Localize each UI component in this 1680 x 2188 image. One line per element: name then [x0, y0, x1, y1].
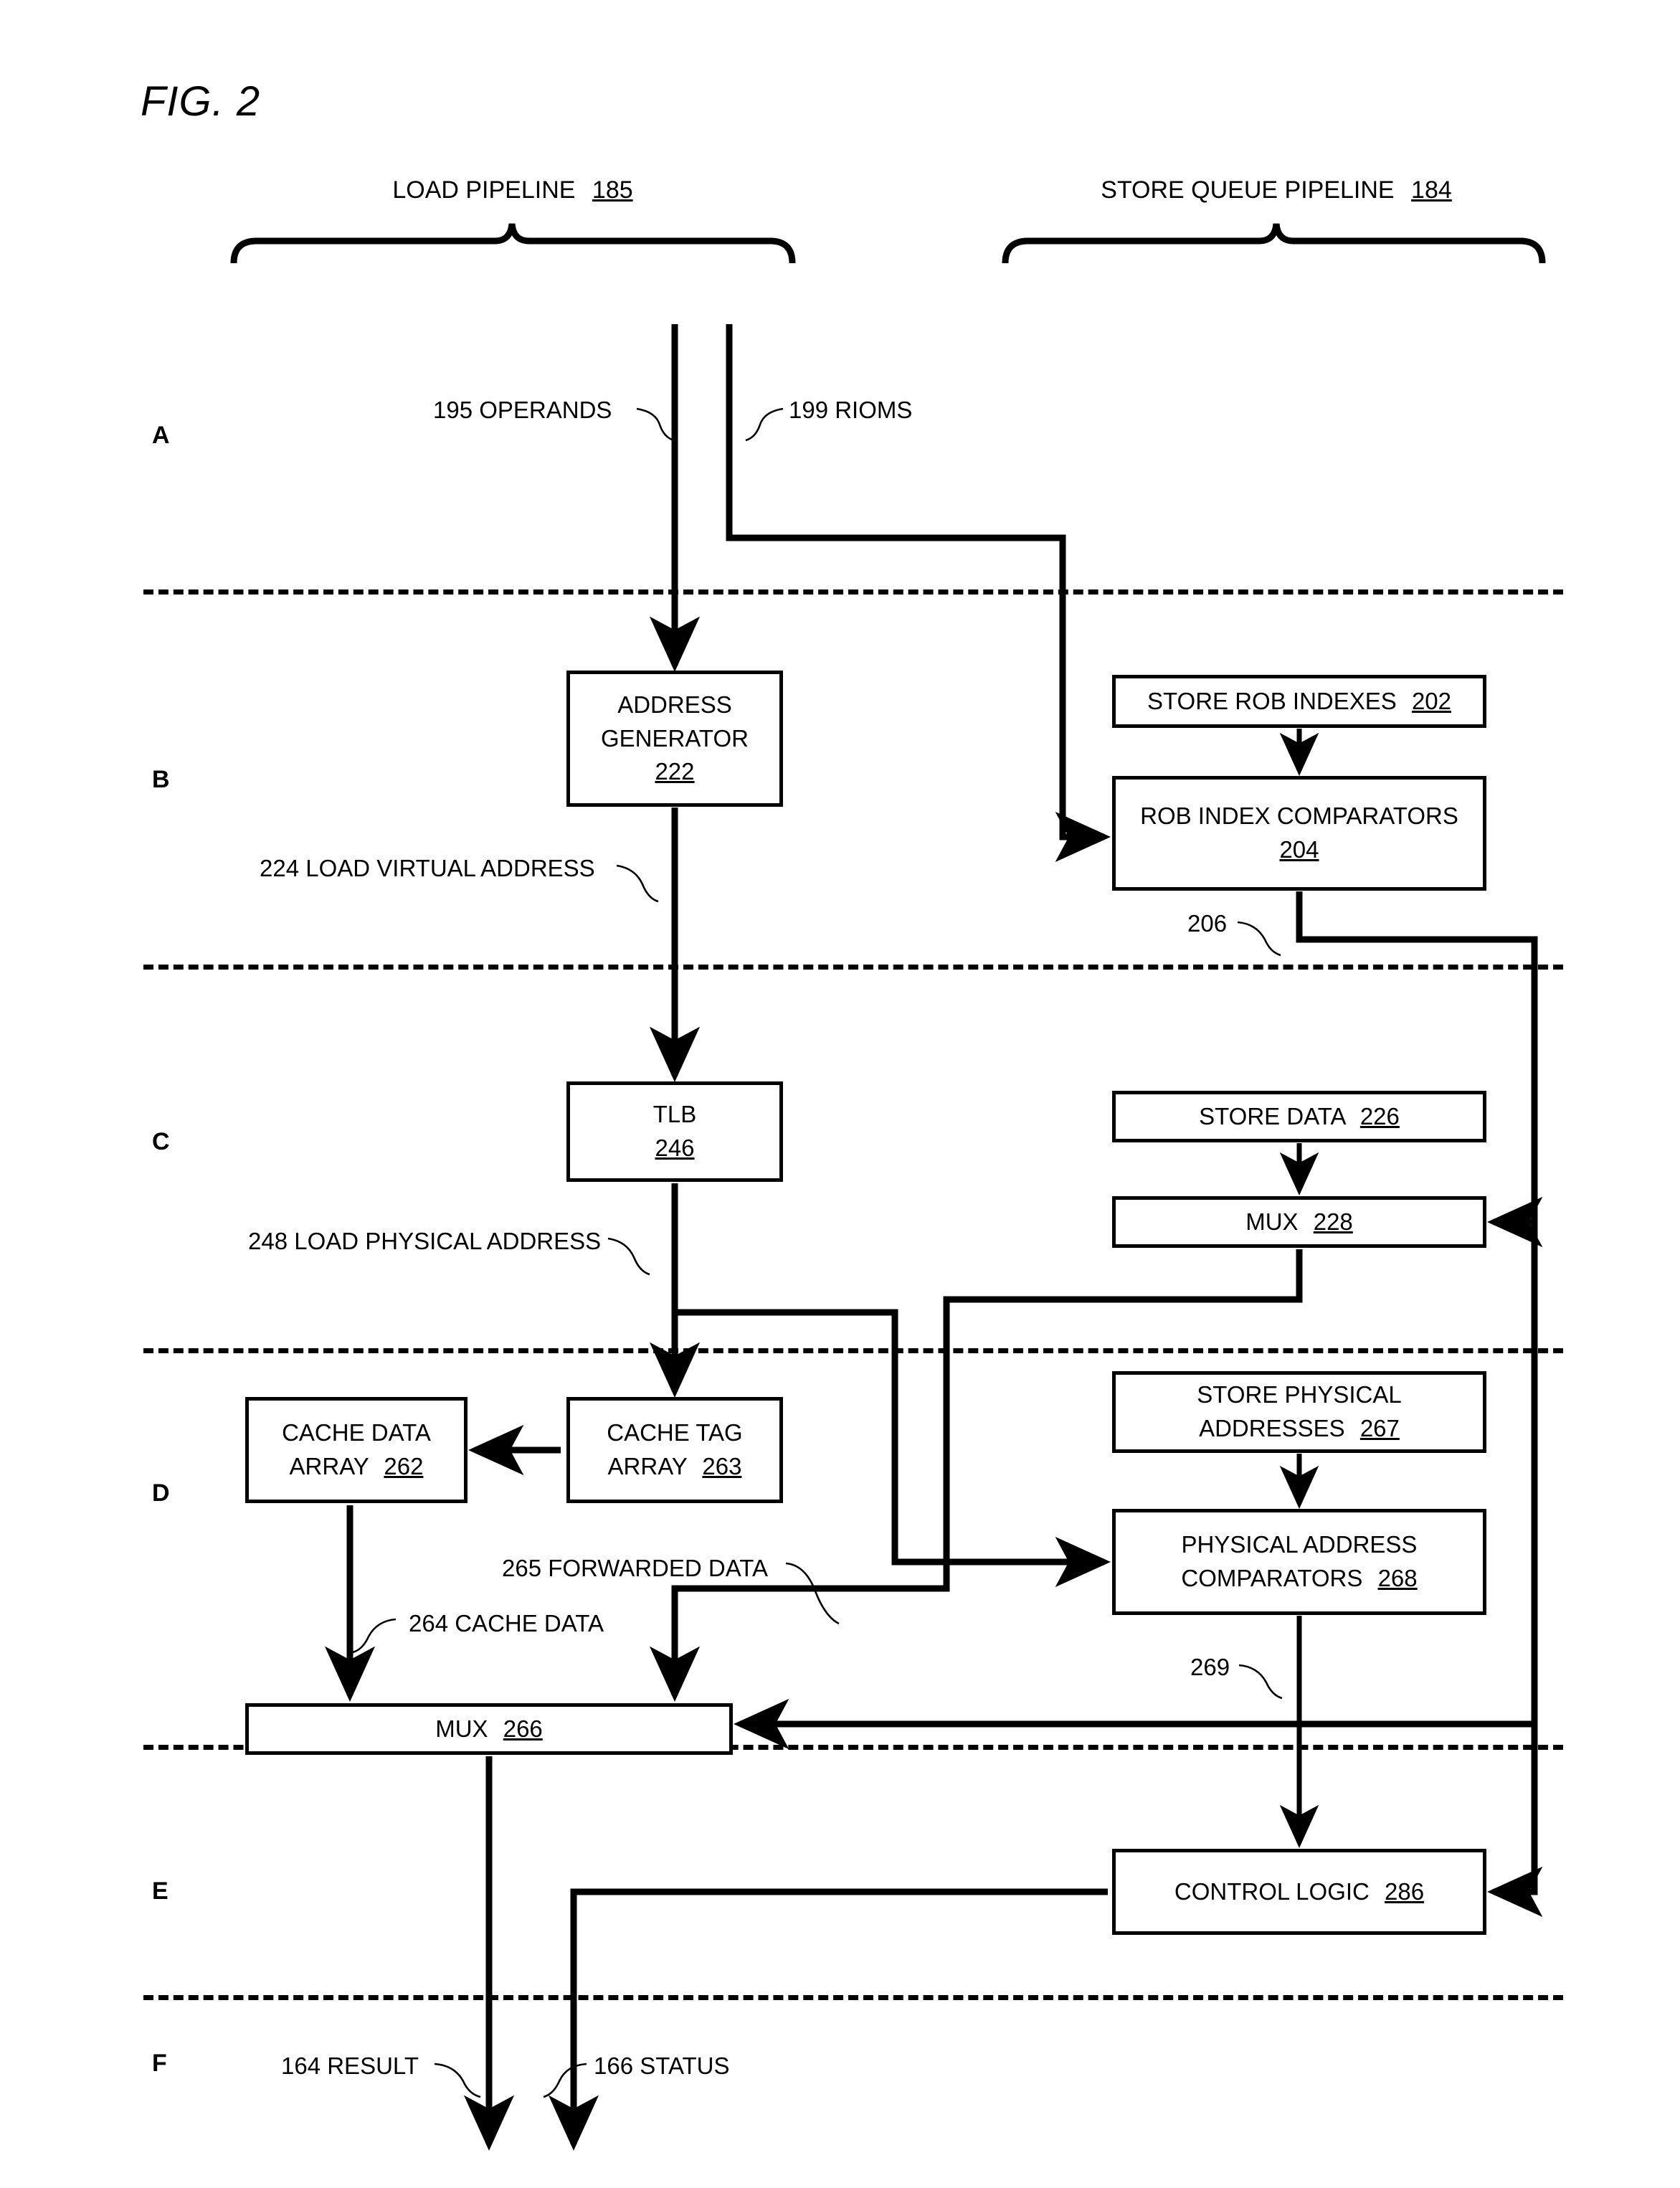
box-store-data-line1: STORE DATA — [1199, 1102, 1345, 1129]
box-tlb[interactable]: TLB 246 — [566, 1081, 783, 1182]
load-pipeline-header-text: LOAD PIPELINE — [392, 176, 576, 204]
stage-label-f: F — [152, 2050, 167, 2077]
leader-206 — [1237, 921, 1281, 957]
box-address-generator[interactable]: ADDRESS GENERATOR 222 — [566, 671, 783, 807]
store-queue-pipeline-header-text: STORE QUEUE PIPELINE — [1101, 176, 1395, 204]
box-control-logic-ref: 286 — [1385, 1877, 1425, 1905]
signal-label-operands: 195 OPERANDS — [433, 397, 612, 423]
stage-divider-cd — [143, 1348, 1563, 1353]
box-cache-tag-array-line1: CACHE TAG — [607, 1419, 743, 1446]
signal-label-load-virtual-address: 224 LOAD VIRTUAL ADDRESS — [260, 855, 595, 881]
stage-divider-bc — [143, 965, 1563, 970]
signal-label-result: 164 RESULT — [281, 2052, 419, 2079]
leader-result — [434, 2063, 481, 2098]
box-control-logic-line1: CONTROL LOGIC — [1174, 1877, 1370, 1905]
leader-load-physical-address — [607, 1237, 650, 1276]
box-mux-228-ref: 228 — [1313, 1208, 1353, 1235]
signal-label-206: 206 — [1187, 910, 1228, 937]
store-queue-pipeline-header: STORE QUEUE PIPELINE 184 — [1061, 176, 1491, 204]
box-cache-data-array[interactable]: CACHE DATA ARRAY 262 — [245, 1397, 468, 1503]
box-rob-index-comparators-ref: 204 — [1279, 836, 1319, 863]
box-mux-266-line1: MUX — [435, 1715, 488, 1742]
box-store-rob-indexes[interactable]: STORE ROB INDEXES 202 — [1112, 675, 1486, 728]
signal-label-status: 166 STATUS — [594, 2052, 730, 2079]
box-mux-266[interactable]: MUX 266 — [245, 1703, 733, 1755]
box-store-data[interactable]: STORE DATA 226 — [1112, 1091, 1486, 1142]
box-rob-index-comparators-line1: ROB INDEX COMPARATORS — [1140, 802, 1458, 830]
box-store-physical-addresses[interactable]: STORE PHYSICAL ADDRESSES 267 — [1112, 1371, 1486, 1453]
figure-canvas: FIG. 2 LOAD PIPELINE 185 STORE QUEUE PIP… — [0, 0, 1680, 2188]
box-store-physical-addresses-line1: STORE PHYSICAL — [1197, 1381, 1402, 1408]
box-cache-data-array-line2: ARRAY — [289, 1453, 369, 1479]
box-physical-address-comparators-line1: PHYSICAL ADDRESS — [1181, 1531, 1418, 1558]
box-cache-tag-array-ref: 263 — [702, 1453, 742, 1479]
leader-load-virtual-address — [616, 864, 659, 903]
store-queue-pipeline-header-ref: 184 — [1411, 176, 1452, 204]
box-rob-index-comparators[interactable]: ROB INDEX COMPARATORS 204 — [1112, 776, 1486, 891]
leader-269 — [1238, 1664, 1283, 1700]
wire-status-out — [548, 1888, 1108, 2151]
box-tlb-ref: 246 — [655, 1135, 695, 1161]
leader-rioms — [745, 407, 784, 442]
signal-label-cache-data: 264 CACHE DATA — [409, 1610, 604, 1637]
box-physical-address-comparators-line2: COMPARATORS — [1181, 1565, 1363, 1591]
box-cache-tag-array-line2: ARRAY — [607, 1453, 688, 1479]
stage-divider-ef — [143, 1995, 1563, 2000]
load-pipeline-brace — [230, 223, 796, 264]
box-store-rob-indexes-ref: 202 — [1411, 687, 1452, 714]
page-title: FIG. 2 — [141, 78, 261, 125]
box-physical-address-comparators-ref: 268 — [1377, 1565, 1418, 1591]
stage-label-d: D — [152, 1479, 170, 1507]
signal-label-269: 269 — [1190, 1654, 1230, 1680]
wire-rioms-to-rob-index-comparators — [726, 324, 1111, 863]
box-tlb-line1: TLB — [652, 1101, 697, 1128]
box-store-rob-indexes-line1: STORE ROB INDEXES — [1147, 687, 1397, 714]
signal-label-load-physical-address: 248 LOAD PHYSICAL ADDRESS — [248, 1228, 602, 1254]
signal-label-forwarded-data: 265 FORWARDED DATA — [502, 1555, 769, 1581]
box-store-physical-addresses-line2: ADDRESSES — [1199, 1415, 1345, 1441]
box-address-generator-line1: ADDRESS — [617, 691, 732, 718]
load-pipeline-header: LOAD PIPELINE 185 — [298, 176, 728, 204]
box-store-data-ref: 226 — [1359, 1102, 1400, 1129]
load-pipeline-header-ref: 185 — [592, 176, 633, 204]
box-cache-data-array-ref: 262 — [384, 1453, 424, 1479]
stage-label-a: A — [152, 422, 170, 449]
box-mux-266-ref: 266 — [503, 1715, 543, 1742]
stage-label-c: C — [152, 1128, 170, 1155]
wire-206-to-mux-228 — [1296, 891, 1543, 1248]
box-address-generator-ref: 222 — [655, 758, 695, 785]
box-cache-tag-array[interactable]: CACHE TAG ARRAY 263 — [566, 1397, 783, 1503]
stage-label-e: E — [152, 1877, 169, 1905]
box-mux-228[interactable]: MUX 228 — [1112, 1196, 1486, 1248]
leader-status — [543, 2063, 587, 2098]
box-cache-data-array-line1: CACHE DATA — [282, 1419, 431, 1446]
signal-label-rioms: 199 RIOMS — [789, 397, 913, 423]
leader-cache-data — [352, 1618, 397, 1654]
box-physical-address-comparators[interactable]: PHYSICAL ADDRESS COMPARATORS 268 — [1112, 1509, 1486, 1615]
box-mux-228-line1: MUX — [1245, 1208, 1299, 1235]
leader-forwarded-data — [785, 1562, 840, 1625]
box-address-generator-line2: GENERATOR — [601, 724, 749, 752]
box-store-physical-addresses-ref: 267 — [1359, 1415, 1400, 1441]
stage-label-b: B — [152, 766, 170, 793]
leader-operands — [636, 407, 675, 442]
store-queue-pipeline-brace — [1002, 223, 1546, 264]
box-control-logic[interactable]: CONTROL LOGIC 286 — [1112, 1849, 1486, 1935]
stage-divider-ab — [143, 589, 1563, 595]
